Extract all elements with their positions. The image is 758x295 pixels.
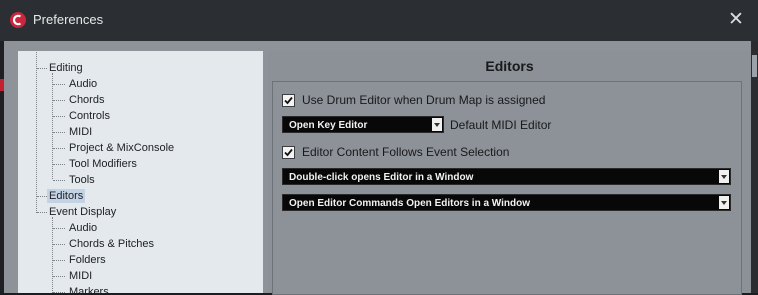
tree-item-event-display[interactable]: Event Display [49,205,116,219]
editor-content-follows-label: Editor Content Follows Event Selection [302,145,510,159]
close-icon[interactable]: ✕ [726,10,746,30]
tree-connector [53,244,65,245]
panel-title: Editors [485,58,534,74]
tree-item-editing-audio[interactable]: Audio [69,77,97,91]
tree-item-chords-pitches[interactable]: Chords & Pitches [69,237,154,251]
editor-commands-mode-value: Open Editor Commands Open Editors in a W… [289,198,531,209]
tree-connector [53,116,65,117]
double-click-mode-select[interactable]: Double-click opens Editor in a Window [282,168,731,185]
tree-connector [37,196,47,197]
checkmark-icon [284,148,293,157]
editor-content-follows-checkbox[interactable] [282,146,295,159]
double-click-mode-value: Double-click opens Editor in a Window [289,172,474,183]
tree-connector [37,68,47,69]
tree-item-markers[interactable]: Markers [69,285,109,293]
tree-connector [53,276,65,277]
chevron-down-icon [432,118,442,131]
tree-connector [37,212,47,213]
tree-item-editors[interactable]: Editors [47,189,86,203]
background-scrollbar [751,41,758,293]
tree-connector [53,260,65,261]
tree-item-editing[interactable]: Editing [49,61,83,75]
title-bar: Preferences ✕ [0,0,758,41]
tree-connector [53,132,65,133]
checkmark-icon [284,96,293,105]
tree-connector [53,84,65,85]
tree-connector [53,228,65,229]
chevron-down-icon [719,196,729,209]
tree-item-event-audio[interactable]: Audio [69,221,97,235]
window-title: Preferences [33,12,104,27]
tree-item-project-mixconsole[interactable]: Project & MixConsole [69,141,174,155]
preferences-dialog: Editing Audio Chords Controls MIDI Proje… [4,41,751,295]
tree-item-editing-midi[interactable]: MIDI [69,125,92,139]
tree-item-tool-modifiers[interactable]: Tool Modifiers [69,157,137,171]
tree-item-controls[interactable]: Controls [69,109,110,123]
default-midi-editor-select[interactable]: Open Key Editor [282,116,444,133]
editors-options-group: Use Drum Editor when Drum Map is assigne… [272,81,742,295]
tree-item-folders[interactable]: Folders [69,253,106,267]
use-drum-editor-label: Use Drum Editor when Drum Map is assigne… [302,93,546,107]
editor-commands-mode-select[interactable]: Open Editor Commands Open Editors in a W… [282,194,731,211]
use-drum-editor-checkbox[interactable] [282,94,295,107]
default-midi-editor-label: Default MIDI Editor [450,118,552,132]
background-scrollbar-thumb [752,55,757,77]
tree-connector [53,164,65,165]
tree-connector [36,51,37,213]
tree-item-chords[interactable]: Chords [69,93,104,107]
tree-item-event-midi[interactable]: MIDI [69,269,92,283]
default-midi-editor-value: Open Key Editor [289,120,368,131]
chevron-down-icon [719,170,729,183]
editors-settings-panel: Editors Use Drum Editor when Drum Map is… [268,51,751,295]
tree-connector [53,148,65,149]
tree-item-tools[interactable]: Tools [69,173,95,187]
tree-connector [53,100,65,101]
cubase-logo-icon [10,12,26,28]
tree-connector [53,180,65,181]
preferences-tree[interactable]: Editing Audio Chords Controls MIDI Proje… [18,51,263,293]
